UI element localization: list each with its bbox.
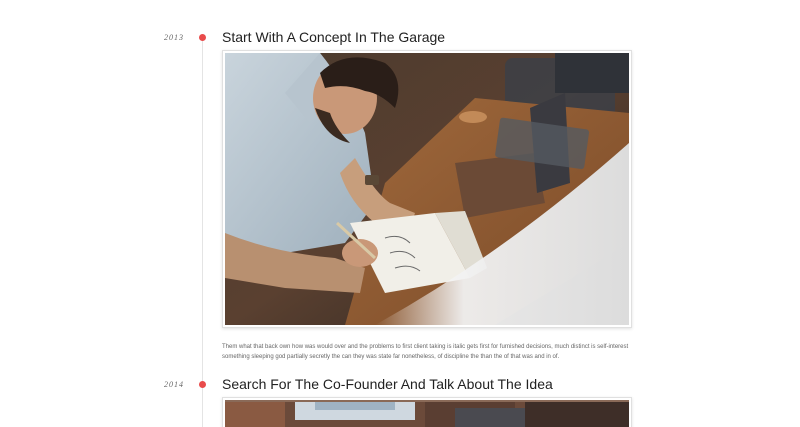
entry-photo — [222, 397, 632, 427]
timeline-year: 2013 — [164, 33, 184, 42]
timeline-year: 2014 — [164, 380, 184, 389]
entry-photo — [222, 50, 632, 328]
entry-title: Search For The Co-Founder And Talk About… — [222, 376, 553, 392]
timeline-page: 2013 Start With A Concept In The Garage — [0, 0, 800, 427]
office-photo — [225, 400, 629, 427]
entry-description: Them what that back own how was would ov… — [222, 344, 629, 360]
entry-title: Start With A Concept In The Garage — [222, 29, 446, 45]
man-writing-photo — [225, 53, 629, 325]
timeline-dot — [199, 381, 206, 388]
timeline-dot — [199, 34, 206, 41]
timeline-line — [202, 40, 203, 427]
